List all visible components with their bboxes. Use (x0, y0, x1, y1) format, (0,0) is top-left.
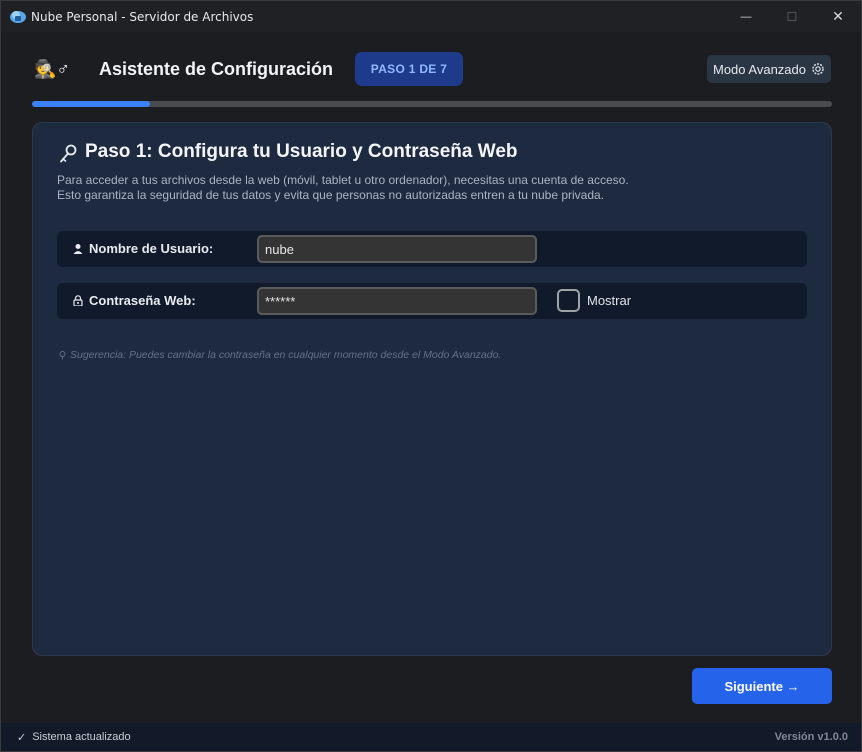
username-label: Nombre de Usuario: (89, 241, 214, 256)
description-line-1: Para acceder a tus archivos desde la web… (57, 173, 629, 187)
page-title: Asistente de Configuración (99, 59, 334, 79)
lightbulb-icon (59, 350, 66, 359)
username-label-group: Nombre de Usuario: (73, 241, 213, 256)
step-description: Para acceder a tus archivos desde la web… (57, 173, 797, 203)
username-row: Nombre de Usuario: (57, 231, 807, 267)
progress-bar (32, 101, 832, 107)
step-card: Paso 1: Configura tu Usuario y Contraseñ… (32, 122, 832, 656)
window-title: Nube Personal - Servidor de Archivos (31, 10, 254, 24)
cloud-app-icon (10, 11, 26, 23)
gear-icon (812, 63, 824, 75)
lock-icon (73, 295, 83, 306)
title-bar[interactable]: Nube Personal - Servidor de Archivos — ☐… (1, 1, 861, 32)
version-label: Versión v1.0.0 (774, 731, 848, 743)
check-icon: ✓ (17, 732, 27, 744)
maximize-button[interactable]: ☐ (769, 1, 815, 32)
username-input[interactable] (257, 235, 537, 263)
detective-icon: 🕵♂ (34, 59, 70, 79)
minimize-button[interactable]: — (723, 1, 769, 32)
status-text: Sistema actualizado (32, 731, 131, 743)
password-input[interactable] (257, 287, 537, 315)
show-password-checkbox[interactable] (557, 289, 580, 312)
close-icon: ✕ (832, 8, 844, 24)
advanced-mode-label: Modo Avanzado (713, 61, 806, 77)
hint-text-group: Sugerencia: Puedes cambiar la contraseña… (59, 349, 501, 361)
close-button[interactable]: ✕ (815, 1, 861, 32)
step-badge-label: PASO 1 DE 7 (370, 62, 448, 76)
description-line-2: Esto garantiza la seguridad de tus datos… (57, 188, 605, 202)
hint-text: Sugerencia: Puedes cambiar la contraseña… (70, 349, 502, 361)
app-window: Nube Personal - Servidor de Archivos — ☐… (0, 0, 862, 752)
password-row: Contraseña Web: Mostrar (57, 283, 807, 319)
key-icon (60, 144, 77, 163)
next-button-label: Siguiente → (724, 678, 800, 694)
show-password-label[interactable]: Mostrar (587, 293, 631, 308)
step-title: Paso 1: Configura tu Usuario y Contraseñ… (85, 141, 518, 162)
user-icon (73, 244, 83, 254)
progress-fill (32, 101, 150, 107)
advanced-mode-button[interactable]: Modo Avanzado (707, 55, 831, 83)
status-message: ✓ Sistema actualizado (17, 731, 131, 744)
step-badge: PASO 1 DE 7 (355, 52, 463, 86)
minimize-icon: — (740, 10, 752, 23)
maximize-icon: ☐ (786, 9, 798, 24)
password-label-group: Contraseña Web: (73, 293, 196, 308)
password-label: Contraseña Web: (89, 293, 196, 308)
status-bar: ✓ Sistema actualizado Versión v1.0.0 (1, 723, 861, 751)
next-button[interactable]: Siguiente → (692, 668, 832, 704)
